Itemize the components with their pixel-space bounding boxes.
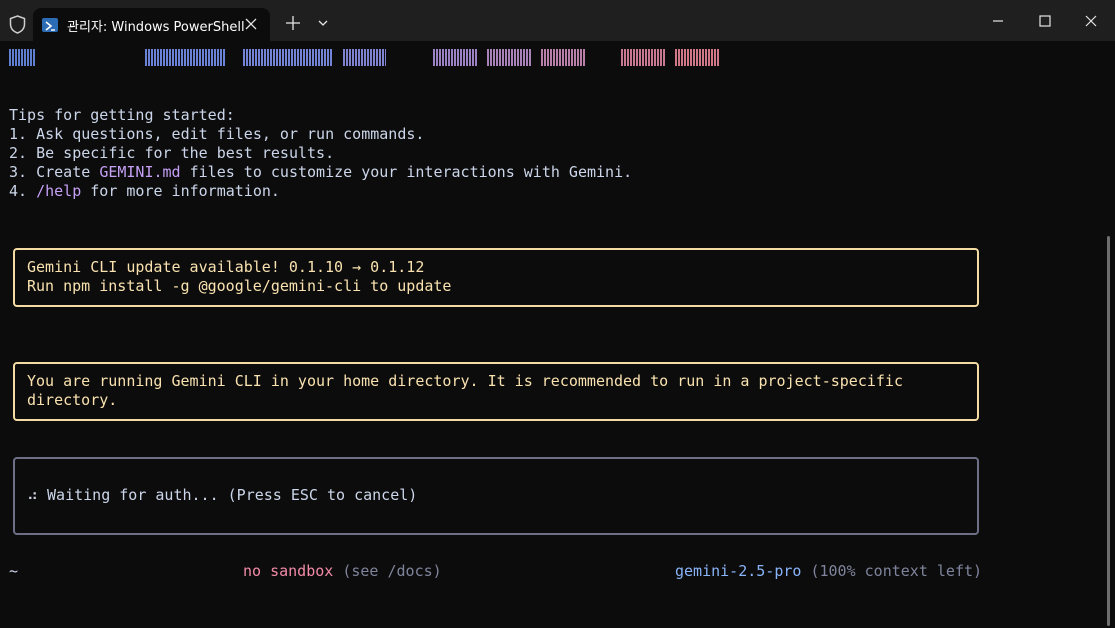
auth-status-line: ⠴ Waiting for auth... (Press ESC to canc… [27,486,417,505]
banner-art [621,49,665,66]
update-notice-line: Run npm install -g @google/gemini-cli to… [27,277,452,295]
spinner-icon: ⠴ [27,486,38,504]
update-notice-line: Gemini CLI update available! 0.1.10 → 0.… [27,258,425,276]
banner-art [243,49,333,66]
warning-line: directory. [27,391,118,409]
banner-art [541,49,585,66]
banner-art [343,49,386,66]
warning-line: You are running Gemini CLI in your home … [27,372,903,390]
home-directory-warning-box: You are running Gemini CLI in your home … [13,362,979,421]
chevron-down-icon[interactable] [316,17,330,29]
tip-item: 3. Create GEMINI.md files to customize y… [9,163,633,181]
title-bar[interactable]: 관리자: Windows PowerShell [0,0,1115,41]
status-sandbox: no sandbox (see /docs) [243,562,442,580]
banner-art [9,49,36,66]
update-notice-box: Gemini CLI update available! 0.1.10 → 0.… [13,248,979,307]
tip-item: 4. /help for more information. [9,182,280,200]
tip-item: 2. Be specific for the best results. [9,144,335,162]
banner-art [675,49,720,66]
close-tab-icon[interactable] [244,17,258,31]
shield-icon [9,15,26,34]
auth-status-text: Waiting for auth... (Press ESC to cancel… [47,486,418,504]
auth-status-box: ⠴ Waiting for auth... (Press ESC to canc… [13,457,979,535]
tab-title: 관리자: Windows PowerShell [67,20,245,35]
status-model: gemini-2.5-pro (100% context left) [675,562,983,580]
tips-heading: Tips for getting started: [9,106,235,124]
close-window-icon[interactable] [1083,13,1099,29]
tab-powershell[interactable]: 관리자: Windows PowerShell [33,8,270,41]
banner-art [433,49,477,66]
gemini-md-link: GEMINI.md [99,163,181,181]
banner-art [487,49,531,66]
maximize-icon[interactable] [1037,13,1053,29]
minimize-icon[interactable] [990,13,1006,29]
scrollbar[interactable] [1107,236,1110,626]
powershell-icon [42,18,58,32]
terminal-window: 관리자: Windows PowerShell Tips for getting… [0,0,1115,628]
terminal-output[interactable]: Tips for getting started: 1. Ask questio… [0,41,1115,628]
new-tab-icon[interactable] [285,15,301,31]
help-command: /help [36,182,82,200]
status-cwd: ~ [9,562,19,580]
tip-item: 1. Ask questions, edit files, or run com… [9,125,425,143]
banner-art [145,49,226,66]
